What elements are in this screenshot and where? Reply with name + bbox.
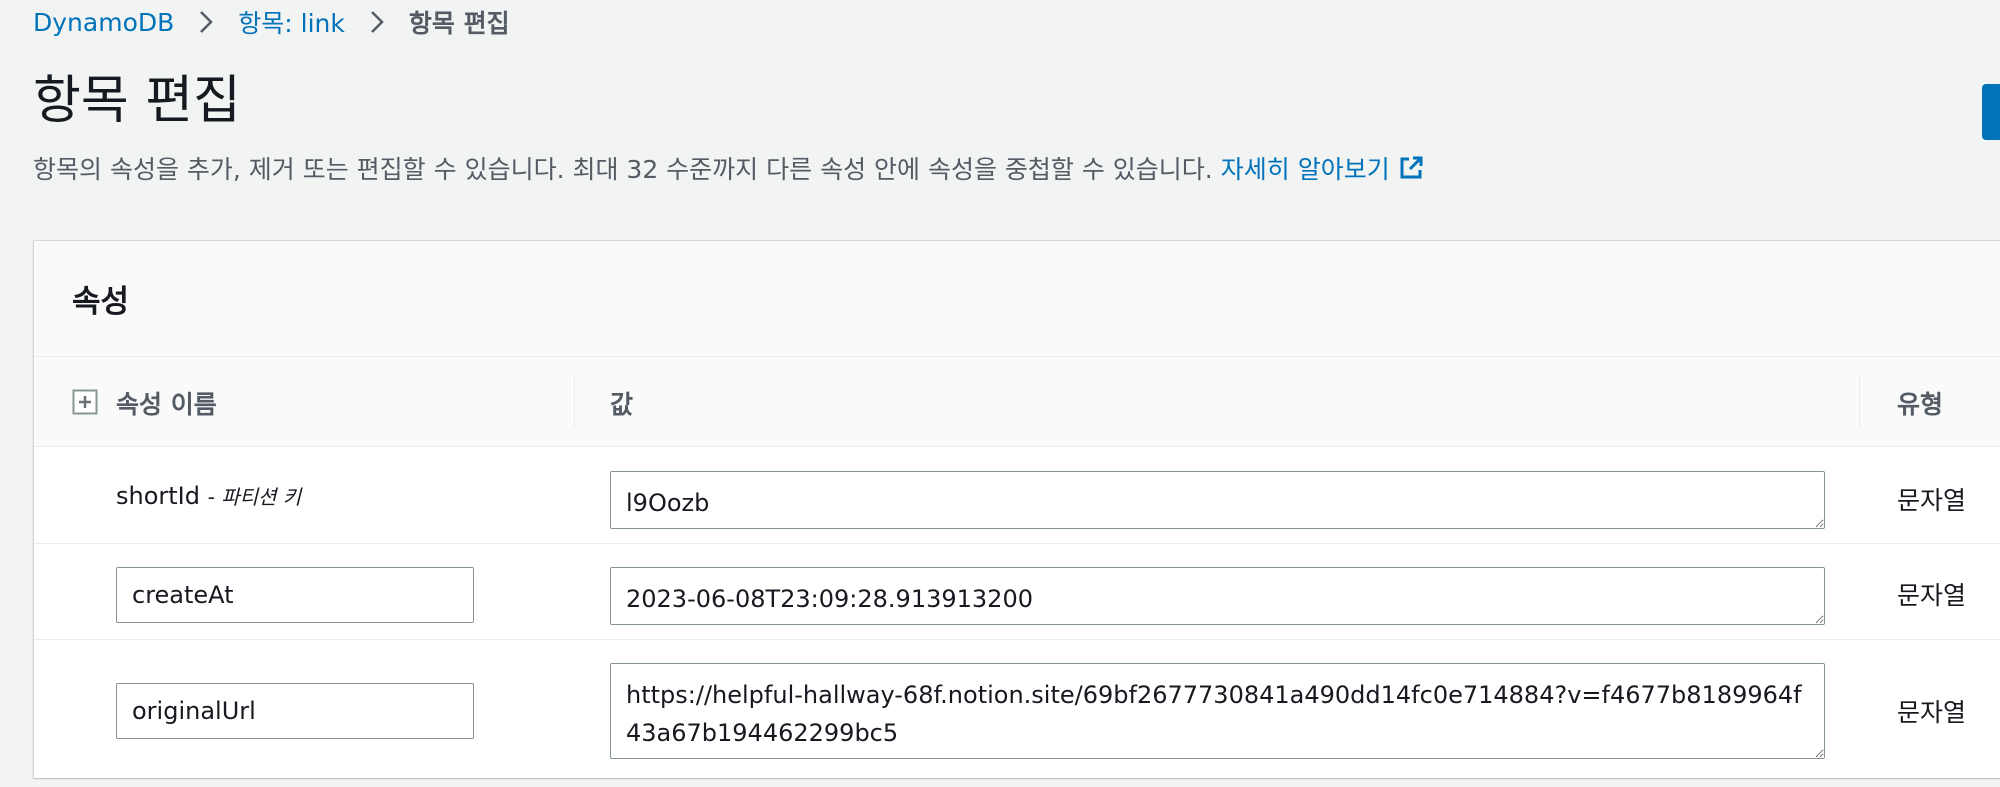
attributes-panel: 속성 속성 이름 값 유형 shortId - 파티션 키 l9Oozb 문자열… [33, 240, 2000, 778]
page-title: 항목 편집 [33, 71, 241, 131]
attribute-value-input[interactable]: https://helpful-hallway-68f.notion.site/… [610, 663, 1825, 759]
table-header: 속성 이름 값 유형 [34, 357, 2000, 447]
page-description-text: 항목의 속성을 추가, 제거 또는 편집할 수 있습니다. 최대 32 수준까지… [33, 155, 1213, 184]
add-attribute-icon[interactable] [72, 389, 98, 415]
column-divider [574, 375, 575, 429]
breadcrumb-current: 항목 편집 [408, 9, 510, 38]
chevron-right-icon [192, 8, 220, 36]
attribute-name-input[interactable] [116, 683, 474, 739]
panel-header: 속성 [34, 241, 2000, 357]
table-row: 2023-06-08T23:09:28.913913200 문자열 [34, 544, 2000, 640]
breadcrumb-link-item[interactable]: 항목: link [238, 4, 345, 40]
page-description: 항목의 속성을 추가, 제거 또는 편집할 수 있습니다. 최대 32 수준까지… [33, 150, 1424, 186]
external-link-icon [1398, 155, 1424, 181]
attribute-name-input[interactable] [116, 567, 474, 623]
table-row: shortId - 파티션 키 l9Oozb 문자열 [34, 447, 2000, 544]
column-header-name: 속성 이름 [116, 390, 217, 419]
save-button[interactable] [1982, 84, 2000, 140]
attribute-value-input[interactable]: 2023-06-08T23:09:28.913913200 [610, 567, 1825, 625]
attribute-type: 문자열 [1897, 698, 1967, 727]
column-header-type: 유형 [1897, 390, 1944, 419]
column-header-value: 값 [610, 390, 634, 419]
chevron-right-icon [363, 8, 391, 36]
breadcrumb-link-dynamodb[interactable]: DynamoDB [33, 8, 174, 37]
attribute-name-label: shortId [116, 482, 200, 510]
learn-more-link[interactable]: 자세히 알아보기 [1221, 150, 1424, 186]
attribute-value-input[interactable]: l9Oozb [610, 471, 1825, 529]
attribute-name: shortId - 파티션 키 [116, 481, 301, 510]
attribute-type: 문자열 [1897, 581, 1967, 610]
partition-key-label: - 파티션 키 [207, 485, 302, 509]
attribute-type: 문자열 [1897, 486, 1967, 515]
panel-title: 속성 [72, 284, 130, 320]
column-divider [1859, 375, 1860, 429]
table-row: https://helpful-hallway-68f.notion.site/… [34, 640, 2000, 778]
breadcrumb: DynamoDB 항목: link 항목 편집 [33, 4, 510, 40]
learn-more-label[interactable]: 자세히 알아보기 [1221, 150, 1390, 186]
